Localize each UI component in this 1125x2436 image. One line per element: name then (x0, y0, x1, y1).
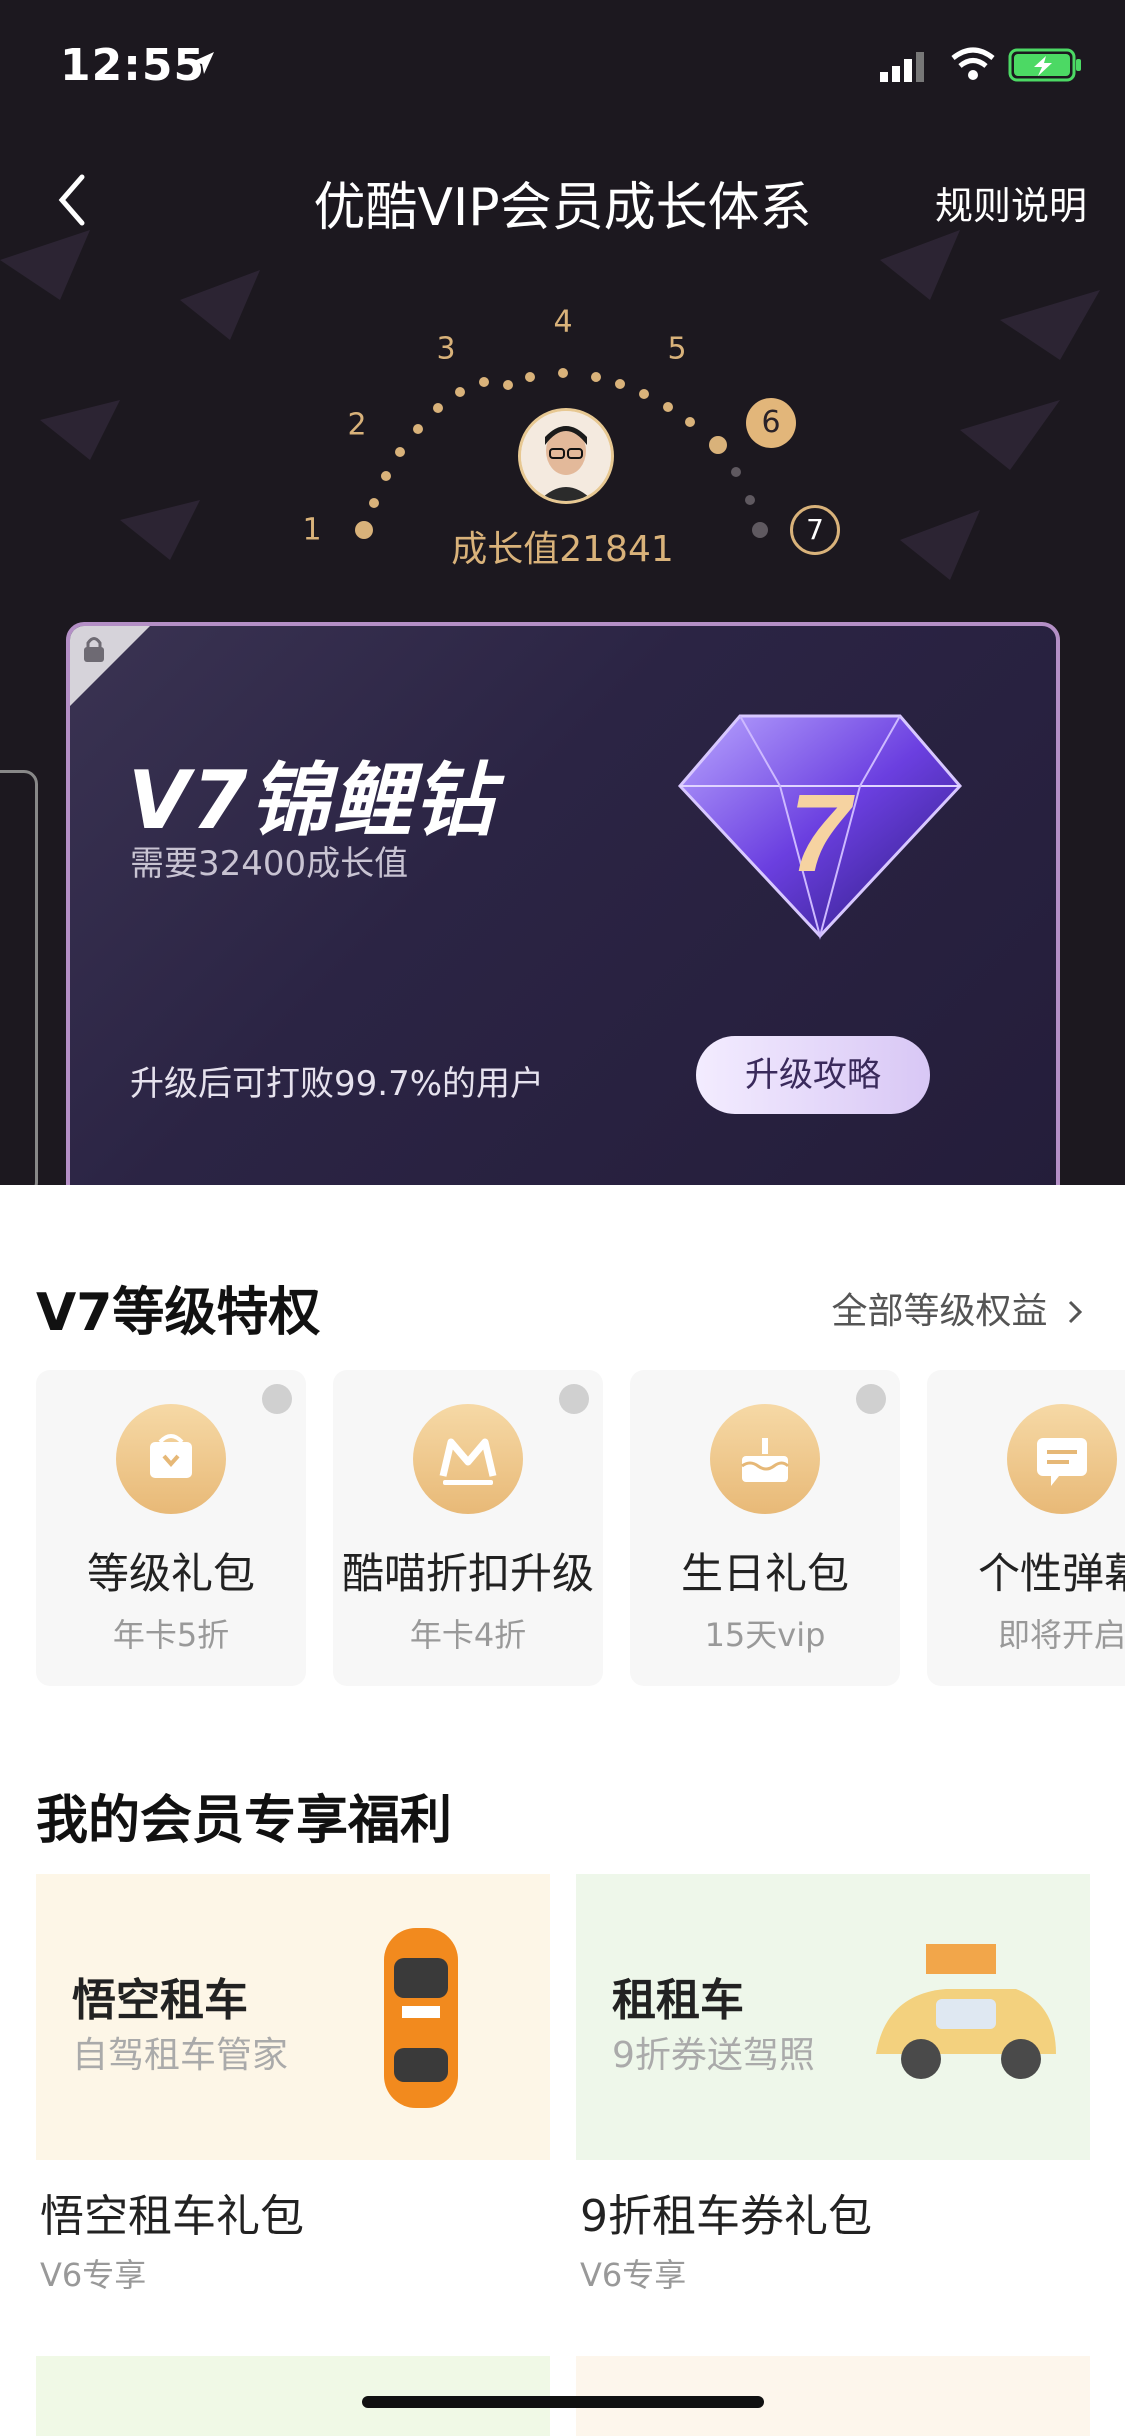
current-level-badge: 6 (746, 398, 796, 448)
benefit-tag: V6专享 (40, 2256, 147, 2294)
benefit-brand: 悟空租车 (72, 1975, 248, 2026)
beat-percentage: 升级后可打败99.7%的用户 (130, 1064, 545, 1104)
benefit-title[interactable]: 悟空租车礼包 (40, 2180, 304, 2244)
lock-icon (856, 1384, 886, 1414)
battery-icon (1008, 48, 1081, 82)
privilege-card[interactable]: 酷喵折扣升级 年卡4折 (333, 1370, 603, 1686)
avatar (518, 408, 614, 504)
bullet-comment-icon (1007, 1404, 1117, 1514)
level-label: 5 (667, 331, 687, 367)
growth-value: 成长值21841 (451, 529, 674, 570)
status-bar: 12:55 (0, 0, 1125, 130)
privilege-desc: 年卡5折 (112, 1616, 230, 1654)
level-label: 2 (347, 407, 367, 443)
signal-icon (880, 52, 924, 82)
privilege-card[interactable]: 生日礼包 15天vip (630, 1370, 900, 1686)
lock-icon (262, 1384, 292, 1414)
privilege-card[interactable]: 个性弹幕 即将开启 (927, 1370, 1125, 1686)
benefit-slogan: 9折券送驾照 (612, 2035, 815, 2076)
privileges-title: V7等级特权 (36, 1283, 321, 1343)
level-label: 3 (436, 331, 456, 367)
privilege-name: 酷喵折扣升级 (341, 1549, 594, 1598)
level-card[interactable]: V7锦鲤钻 需要32400成长值 7 升级后可打败99.7%的用户 升级攻略 (66, 622, 1060, 1185)
all-benefits-label: 全部等级权益 (831, 1291, 1048, 1332)
all-benefits-link[interactable]: 全部等级权益 (832, 1282, 1085, 1334)
diamond-icon: 7 (677, 714, 963, 940)
diamond-number: 7 (789, 772, 855, 895)
kumiao-icon (413, 1404, 523, 1514)
privilege-card[interactable]: 等级礼包 年卡5折 (36, 1370, 306, 1686)
lock-icon (559, 1384, 589, 1414)
gift-icon (116, 1404, 226, 1514)
home-indicator[interactable] (362, 2396, 764, 2408)
level-label: 4 (553, 304, 573, 340)
benefit-slogan: 自驾租车管家 (72, 2035, 289, 2076)
benefit-card-banner[interactable]: 租租车 9折券送驾照 (576, 1874, 1090, 2160)
benefit-brand: 租租车 (612, 1975, 744, 2026)
rules-link[interactable]: 规则说明 (935, 175, 1087, 230)
hero-section: 12:55 优酷VIP会员成长体系 规则说明 1 2 3 4 5 6 7 成长值… (0, 0, 1125, 1185)
clock: 12:55 (60, 40, 206, 91)
lock-icon (84, 637, 104, 662)
privilege-desc: 即将开启 (997, 1616, 1125, 1654)
chevron-right-icon (1068, 1300, 1083, 1324)
benefit-card-banner[interactable]: 悟空租车 自驾租车管家 (36, 1874, 550, 2160)
privilege-name: 个性弹幕 (977, 1549, 1125, 1598)
taxi-illustration-icon (876, 1944, 1056, 2079)
wifi-icon (951, 47, 995, 80)
benefit-tag: V6专享 (580, 2256, 687, 2294)
benefit-title[interactable]: 9折租车券礼包 (580, 2180, 872, 2244)
level-name: V7锦鲤钻 (128, 754, 496, 847)
privilege-desc: 年卡4折 (409, 1616, 527, 1654)
location-arrow-icon (192, 52, 214, 74)
level-requirement: 需要32400成长值 (130, 844, 409, 884)
previous-level-card[interactable] (0, 770, 38, 1185)
cake-icon (710, 1404, 820, 1514)
upgrade-guide-button[interactable]: 升级攻略 (696, 1036, 930, 1114)
benefits-title: 我的会员专享福利 (36, 1791, 453, 1851)
car-icon (384, 1928, 458, 2108)
avatar-portrait (521, 411, 611, 501)
privilege-name: 等级礼包 (86, 1549, 255, 1598)
privilege-name: 生日礼包 (680, 1549, 849, 1598)
privilege-desc: 15天vip (704, 1616, 826, 1654)
